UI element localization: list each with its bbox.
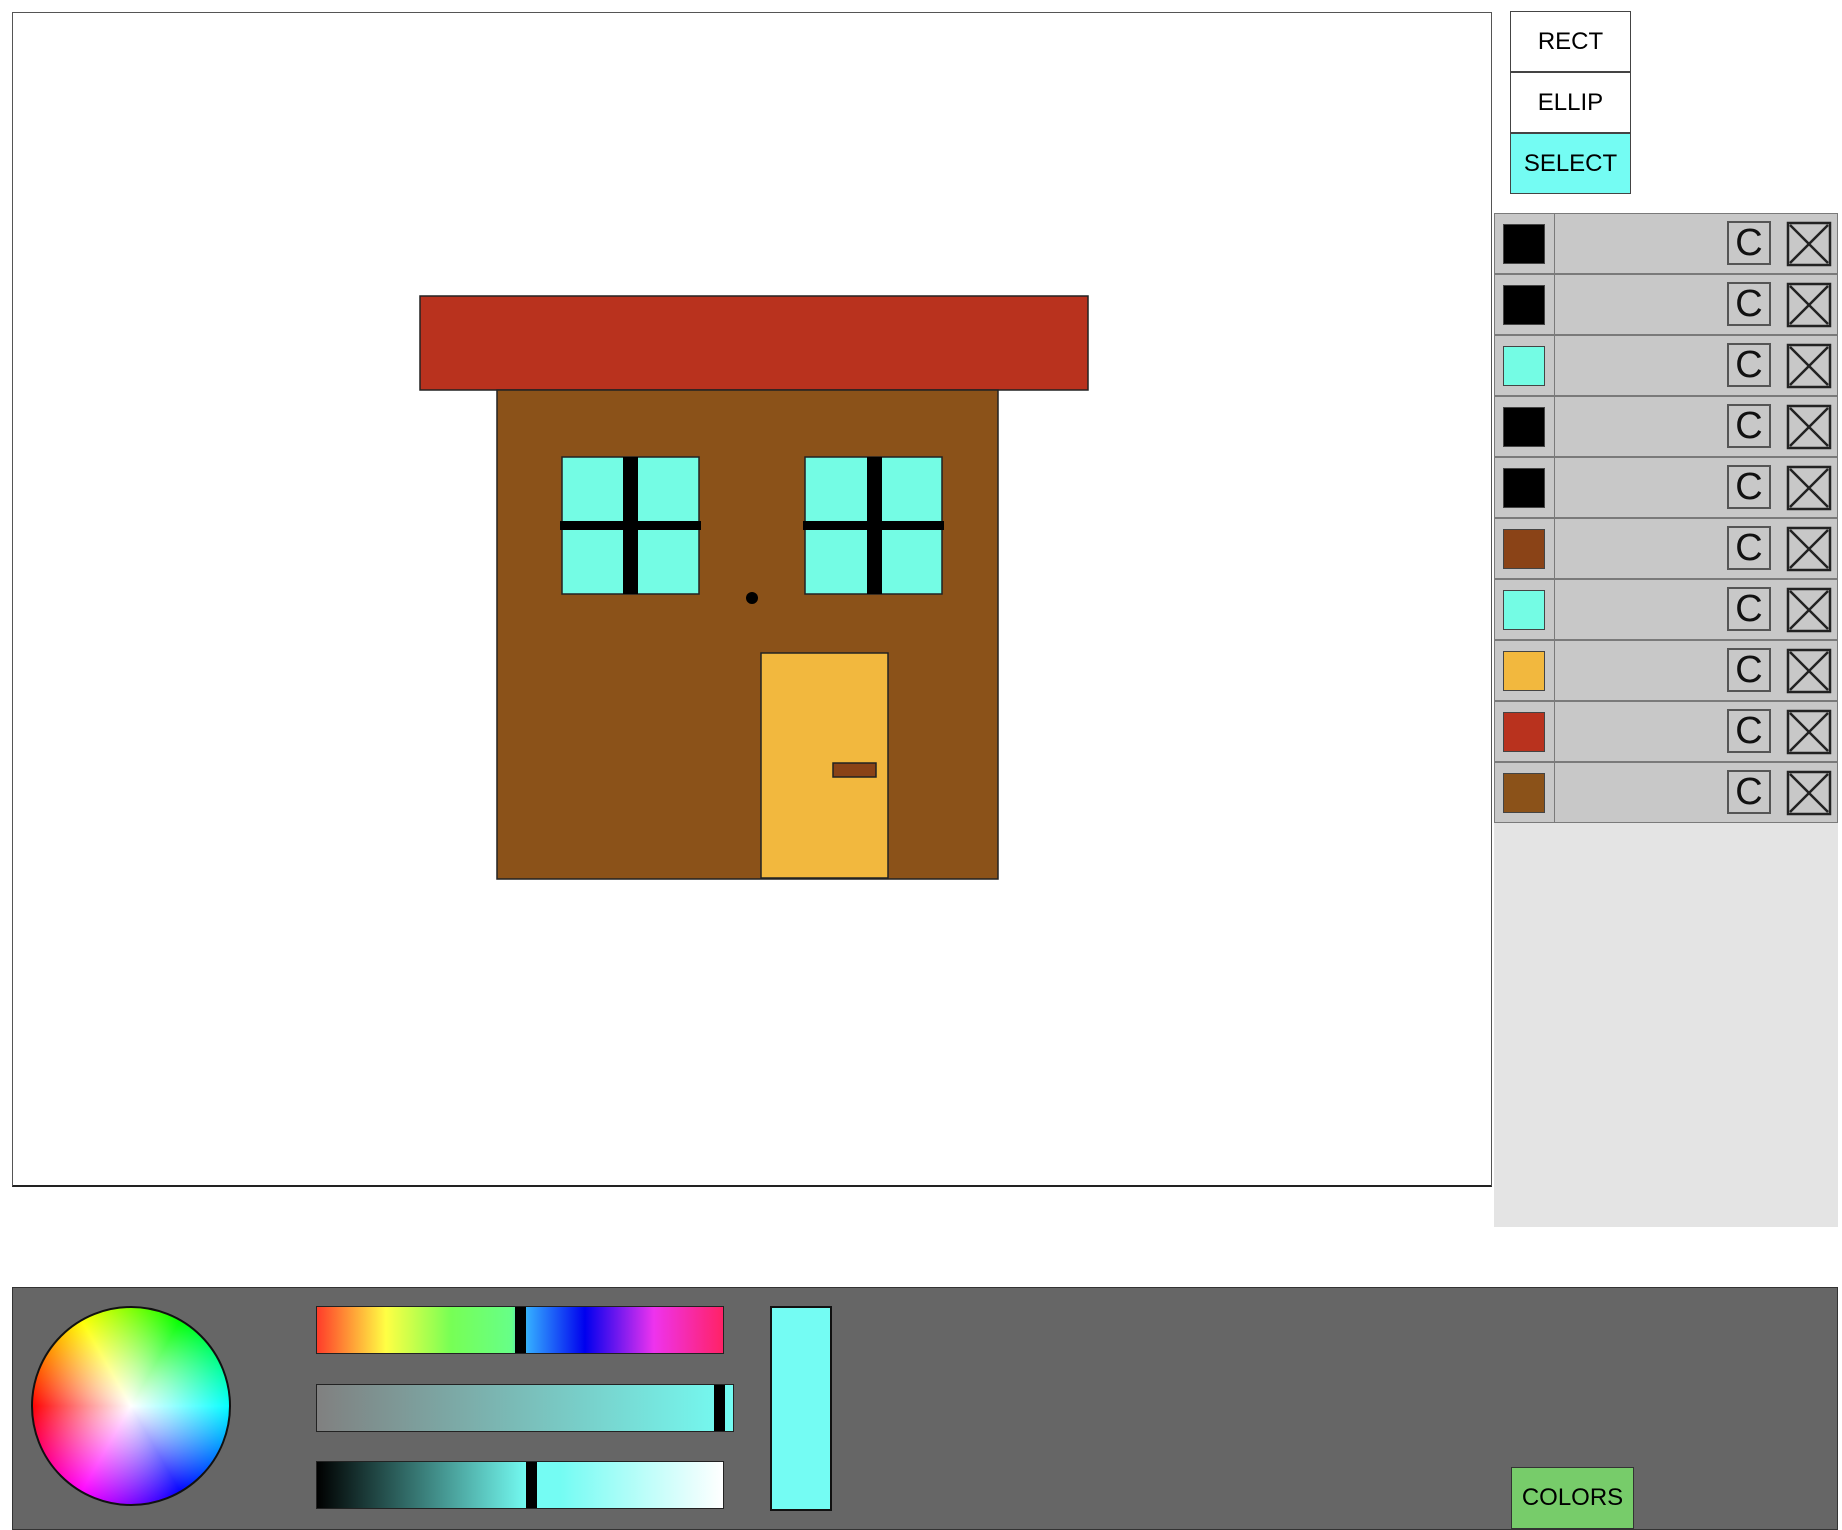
layer-color-swatch[interactable] <box>1503 346 1545 386</box>
layer-row[interactable]: C <box>1494 213 1838 274</box>
close-x-icon[interactable] <box>1786 404 1832 450</box>
copy-layer-button[interactable]: C <box>1727 465 1771 509</box>
close-x-icon[interactable] <box>1786 343 1832 389</box>
layer-row[interactable]: C <box>1494 457 1838 518</box>
saturation-slider-thumb[interactable] <box>714 1385 725 1431</box>
close-x-icon[interactable] <box>1786 587 1832 633</box>
copy-layer-button[interactable]: C <box>1727 221 1771 265</box>
copy-layer-button[interactable]: C <box>1727 282 1771 326</box>
drawing-svg[interactable] <box>13 13 1492 1187</box>
layer-color-swatch[interactable] <box>1503 529 1545 569</box>
saturation-slider[interactable] <box>316 1384 734 1432</box>
layer-swatch-cell <box>1495 336 1555 395</box>
layer-panel: C C C C C C C C C C <box>1494 213 1838 1227</box>
colors-button[interactable]: COLORS <box>1511 1467 1634 1529</box>
drawing-canvas[interactable] <box>12 12 1492 1187</box>
hue-slider-thumb[interactable] <box>515 1307 526 1353</box>
layer-swatch-cell <box>1495 214 1555 273</box>
layer-row[interactable]: C <box>1494 579 1838 640</box>
close-x-icon[interactable] <box>1786 526 1832 572</box>
layer-row[interactable]: C <box>1494 396 1838 457</box>
layer-row[interactable]: C <box>1494 518 1838 579</box>
roof-rectangle[interactable] <box>419 295 1089 391</box>
left-window-horizontal-bar[interactable] <box>560 521 701 530</box>
color-wheel[interactable] <box>31 1306 231 1506</box>
layer-swatch-cell <box>1495 458 1555 517</box>
layer-color-swatch[interactable] <box>1503 468 1545 508</box>
layer-swatch-cell <box>1495 519 1555 578</box>
copy-layer-button[interactable]: C <box>1727 770 1771 814</box>
door-handle-rectangle[interactable] <box>832 762 877 778</box>
copy-layer-button[interactable]: C <box>1727 526 1771 570</box>
copy-layer-button[interactable]: C <box>1727 648 1771 692</box>
copy-layer-button[interactable]: C <box>1727 709 1771 753</box>
layer-row[interactable]: C <box>1494 640 1838 701</box>
layer-row[interactable]: C <box>1494 762 1838 823</box>
layer-swatch-cell <box>1495 641 1555 700</box>
close-x-icon[interactable] <box>1786 465 1832 511</box>
layer-swatch-cell <box>1495 702 1555 761</box>
layer-color-swatch[interactable] <box>1503 712 1545 752</box>
right-window-horizontal-bar[interactable] <box>803 521 944 530</box>
close-x-icon[interactable] <box>1786 770 1832 816</box>
layer-color-swatch[interactable] <box>1503 224 1545 264</box>
layer-swatch-cell <box>1495 763 1555 822</box>
rect-tool-button[interactable]: RECT <box>1510 11 1631 72</box>
color-picker-bar: COLORS <box>12 1287 1838 1530</box>
color-preview-swatch <box>770 1306 832 1511</box>
close-x-icon[interactable] <box>1786 709 1832 755</box>
layer-color-swatch[interactable] <box>1503 407 1545 447</box>
selection-center-dot <box>746 592 758 604</box>
layer-swatch-cell <box>1495 580 1555 639</box>
copy-layer-button[interactable]: C <box>1727 343 1771 387</box>
copy-layer-button[interactable]: C <box>1727 587 1771 631</box>
copy-layer-button[interactable]: C <box>1727 404 1771 448</box>
select-tool-button[interactable]: SELECT <box>1510 133 1631 194</box>
value-slider[interactable] <box>316 1461 724 1509</box>
layer-swatch-cell <box>1495 397 1555 456</box>
layer-color-swatch[interactable] <box>1503 590 1545 630</box>
layer-row[interactable]: C <box>1494 335 1838 396</box>
layer-color-swatch[interactable] <box>1503 285 1545 325</box>
layer-row[interactable]: C <box>1494 701 1838 762</box>
close-x-icon[interactable] <box>1786 221 1832 267</box>
layer-swatch-cell <box>1495 275 1555 334</box>
layer-color-swatch[interactable] <box>1503 773 1545 813</box>
layer-row[interactable]: C <box>1494 274 1838 335</box>
close-x-icon[interactable] <box>1786 648 1832 694</box>
value-slider-thumb[interactable] <box>526 1462 537 1508</box>
hue-slider[interactable] <box>316 1306 724 1354</box>
close-x-icon[interactable] <box>1786 282 1832 328</box>
layer-color-swatch[interactable] <box>1503 651 1545 691</box>
ellipse-tool-button[interactable]: ELLIP <box>1510 72 1631 133</box>
